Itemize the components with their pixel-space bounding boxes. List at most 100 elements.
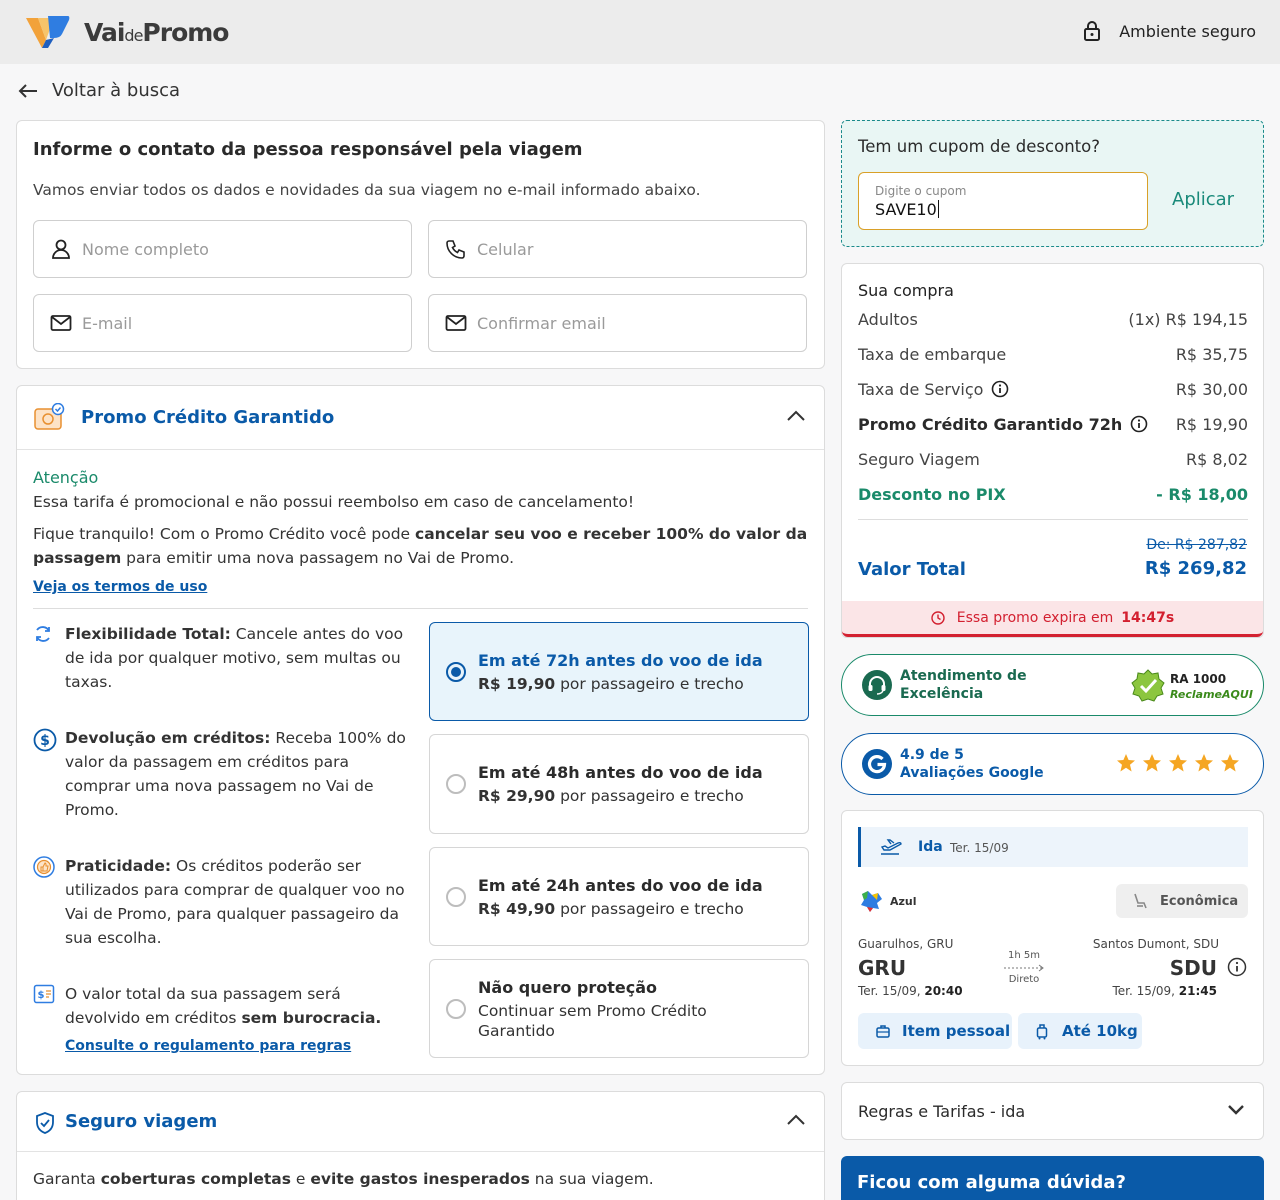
option-72h[interactable]: Em até 72h antes do voo de ida R$ 19,90 … xyxy=(429,622,809,721)
shield-check-icon xyxy=(36,1112,54,1134)
confirm-email-field[interactable]: Confirmar email xyxy=(428,294,807,352)
email-field[interactable]: E-mail xyxy=(33,294,412,352)
rules-fares-accordion[interactable]: Regras e Tarifas - ida xyxy=(841,1082,1264,1140)
row-adults: Adultos (1x) R$ 194,15 xyxy=(858,309,1248,329)
mail-icon xyxy=(50,315,72,331)
apply-coupon-button[interactable]: Aplicar xyxy=(1172,189,1234,210)
feature-credit-refund: $ Devolução em créditos: Receba 100% do … xyxy=(33,726,413,822)
coupon-title: Tem um cupom de desconto? xyxy=(858,137,1100,156)
row-service-fee: Taxa de Serviço R$ 30,00 xyxy=(858,379,1248,399)
refresh-icon xyxy=(36,626,50,642)
chevron-up-icon[interactable] xyxy=(786,1114,806,1126)
option-no-protection[interactable]: Não quero proteção Continuar sem Promo C… xyxy=(429,959,809,1058)
secure-environment: Ambiente seguro xyxy=(1083,20,1256,42)
personal-item-badge: Item pessoal xyxy=(858,1013,1012,1049)
headset-icon xyxy=(862,670,892,700)
flight-duration: 1h 5m Direto xyxy=(1002,950,1046,986)
promo-credit-header[interactable]: Promo Crédito Garantido xyxy=(17,386,824,450)
promo-credit-card: Promo Crédito Garantido Atenção Essa tar… xyxy=(16,385,825,1075)
info-icon[interactable] xyxy=(991,380,1009,398)
bag-icon xyxy=(876,1025,890,1038)
feature-practicality: Praticidade: Os créditos poderão ser uti… xyxy=(33,854,413,950)
star-icon xyxy=(1143,754,1161,772)
ra1000-seal-icon xyxy=(1131,669,1165,702)
promo-description: Fique tranquilo! Com o Promo Crédito voc… xyxy=(33,525,808,567)
flight-card: Ida Ter. 15/09 Azul Econômica Guarulhos,… xyxy=(841,810,1264,1066)
flight-leg-header: Ida Ter. 15/09 xyxy=(858,827,1248,867)
old-price: De: R$ 287,82 xyxy=(1146,537,1247,553)
radio-button[interactable] xyxy=(446,662,466,682)
mail-icon xyxy=(445,315,467,331)
promo-expire-banner: Essa promo expira em 14:47s xyxy=(842,601,1263,637)
thumbs-up-badge-icon xyxy=(33,856,55,878)
chevron-up-icon[interactable] xyxy=(786,410,806,422)
back-to-search-link[interactable]: Voltar à busca xyxy=(18,80,180,101)
contact-subtitle: Vamos enviar todos os dados e novidades … xyxy=(33,181,701,199)
svg-text:$: $ xyxy=(40,733,50,749)
arrow-left-icon xyxy=(18,83,37,98)
origin-code: GRU xyxy=(858,956,907,980)
total-value: R$ 269,82 xyxy=(1144,558,1247,579)
radio-button[interactable] xyxy=(446,999,466,1019)
star-icon xyxy=(1117,754,1135,772)
total-label: Valor Total xyxy=(858,559,966,580)
brand-logo-icon xyxy=(26,16,70,48)
suitcase-icon xyxy=(1036,1024,1048,1040)
lock-icon xyxy=(1084,21,1101,41)
feature-flexibility: Flexibilidade Total: Cancele antes do vo… xyxy=(33,622,413,694)
carry-on-badge: Até 10kg xyxy=(1018,1013,1142,1049)
google-reviews-badge: 4.9 de 5 Avaliações Google xyxy=(841,733,1264,795)
help-section: Ficou com alguma dúvida? xyxy=(841,1156,1264,1200)
seat-icon xyxy=(1134,893,1147,909)
cabin-class-badge: Econômica xyxy=(1116,884,1248,918)
radio-button[interactable] xyxy=(446,774,466,794)
info-icon[interactable] xyxy=(1227,957,1247,977)
clock-icon xyxy=(931,610,945,625)
coupon-input[interactable]: Digite o cupom SAVE10 xyxy=(858,172,1148,230)
star-icon xyxy=(1195,754,1213,772)
insurance-description: Garanta coberturas completas e evite gas… xyxy=(33,1170,654,1188)
row-promo-credit: Promo Crédito Garantido 72h R$ 19,90 xyxy=(858,414,1248,434)
chevron-down-icon[interactable] xyxy=(1227,1104,1245,1116)
row-travel-insurance: Seguro Viagem R$ 8,02 xyxy=(858,449,1248,469)
divider xyxy=(858,519,1248,520)
arrow-right-icon xyxy=(1004,964,1044,972)
brand-name: VaidePromo xyxy=(84,17,229,47)
promo-credit-icon xyxy=(34,403,65,430)
feature-no-bureaucracy: $ O valor total da sua passagem será dev… xyxy=(33,982,413,1030)
option-48h[interactable]: Em até 48h antes do voo de ida R$ 29,90 … xyxy=(429,734,809,834)
travel-insurance-card: Seguro viagem Garanta coberturas complet… xyxy=(16,1091,825,1200)
name-field[interactable]: Nome completo xyxy=(33,220,412,278)
contact-title: Informe o contato da pessoa responsável … xyxy=(33,139,583,160)
row-pix-discount: Desconto no PIX - R$ 18,00 xyxy=(858,484,1248,504)
divider xyxy=(33,608,808,609)
excellence-badge: Atendimento de Excelência RA 1000 ReclameA… xyxy=(841,654,1264,716)
top-header: VaidePromo Ambiente seguro xyxy=(0,0,1280,64)
purchase-title: Sua compra xyxy=(858,281,954,300)
option-24h[interactable]: Em até 24h antes do voo de ida R$ 49,90 … xyxy=(429,847,809,946)
airplane-takeoff-icon xyxy=(880,839,902,855)
google-icon xyxy=(862,749,892,779)
regulation-link[interactable]: Consulte o regulamento para regras xyxy=(65,1038,351,1054)
destination-code: SDU xyxy=(1169,956,1217,980)
svg-text:$: $ xyxy=(38,990,45,1001)
phone-icon xyxy=(446,240,465,259)
promo-warning: Essa tarifa é promocional e não possui r… xyxy=(33,493,635,511)
radio-button[interactable] xyxy=(446,887,466,907)
terms-of-use-link[interactable]: Veja os termos de uso xyxy=(33,579,207,595)
star-icon xyxy=(1221,754,1239,772)
rating-stars xyxy=(1116,753,1240,773)
azul-logo-icon xyxy=(861,891,882,912)
brand-logo[interactable]: VaidePromo xyxy=(24,14,229,50)
dollar-circle-icon: $ xyxy=(33,728,57,752)
info-icon[interactable] xyxy=(1130,415,1148,433)
travel-insurance-header[interactable]: Seguro viagem xyxy=(17,1092,824,1152)
contact-card: Informe o contato da pessoa responsável … xyxy=(16,120,825,369)
attention-label: Atenção xyxy=(33,468,99,487)
user-icon xyxy=(52,239,70,259)
money-document-icon: $ xyxy=(33,984,55,1004)
phone-field[interactable]: Celular xyxy=(428,220,807,278)
coupon-box: Tem um cupom de desconto? Digite o cupom… xyxy=(841,120,1264,247)
purchase-summary: Sua compra Adultos (1x) R$ 194,15 Taxa de… xyxy=(841,263,1264,638)
row-boarding-fee: Taxa de embarque R$ 35,75 xyxy=(858,344,1248,364)
